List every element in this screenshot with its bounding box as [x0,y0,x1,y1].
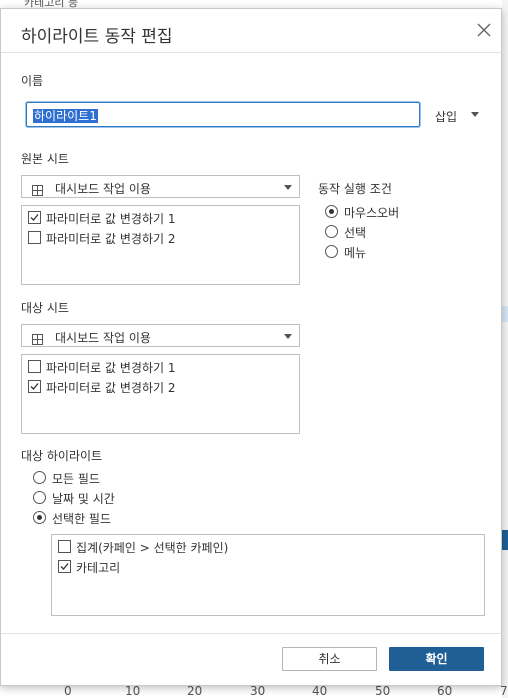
name-label: 이름 [21,74,44,88]
dashboard-grid-icon [32,330,43,345]
dashboard-grid-icon [32,181,43,196]
caret-down-icon [284,185,292,190]
checkbox-checked[interactable] [28,211,41,224]
background-highlight [502,306,508,322]
run-condition-label: 동작 실행 조건 [318,182,392,196]
run-option-label: 마우스오버 [344,206,400,220]
insert-menu-button[interactable]: 삽입 [435,108,479,125]
axis-tick: 30 [250,684,266,698]
edit-highlight-action-dialog: 하이라이트 동작 편집 이름 하이라이트1 삽입 원본 시트 대시보드 작업 이… [0,8,502,686]
checkbox-unchecked[interactable] [58,540,71,553]
highlight-option-label: 모든 필드 [52,472,100,486]
background-axis: 0 10 20 30 40 50 60 7 [0,684,508,698]
target-sheets-dropdown[interactable]: 대시보드 작업 이용 [21,324,300,347]
source-sheet-label: 파라미터로 값 변경하기 2 [46,232,176,246]
footer-divider [1,633,501,634]
highlight-option-label: 선택한 필드 [52,512,112,526]
radio-dot [329,209,334,214]
axis-tick: 0 [64,684,72,698]
radio-unselected[interactable] [33,471,46,484]
insert-label: 삽입 [435,110,458,124]
source-dropdown-value: 대시보드 작업 이용 [55,182,151,196]
checkbox-checked[interactable] [58,560,71,573]
checkbox-checked[interactable] [28,380,41,393]
background-bar [502,530,508,550]
target-sheets-label: 대상 시트 [21,301,69,315]
close-icon[interactable] [475,21,493,39]
caret-down-icon [284,334,292,339]
source-sheets-label: 원본 시트 [21,152,69,166]
source-sheets-dropdown[interactable]: 대시보드 작업 이용 [21,175,300,198]
radio-unselected[interactable] [325,245,338,258]
source-sheet-label: 파라미터로 값 변경하기 1 [46,212,176,226]
radio-selected[interactable] [33,511,46,524]
target-sheet-label: 파라미터로 값 변경하기 2 [46,381,176,395]
target-dropdown-value: 대시보드 작업 이용 [55,331,151,345]
target-sheets-list: 파라미터로 값 변경하기 1 파라미터로 값 변경하기 2 [21,354,300,434]
ok-button[interactable]: 확인 [389,647,484,671]
axis-tick: 20 [187,684,203,698]
target-sheet-label: 파라미터로 값 변경하기 1 [46,361,176,375]
name-input-value: 하이라이트1 [33,109,98,123]
highlight-option-label: 날짜 및 시간 [52,492,115,506]
cancel-button[interactable]: 취소 [282,647,377,671]
caret-down-icon [471,112,479,117]
axis-tick: 7 [500,684,508,698]
source-sheets-list: 파라미터로 값 변경하기 1 파라미터로 값 변경하기 2 [21,205,300,285]
axis-tick: 60 [437,684,453,698]
run-option-label: 메뉴 [344,246,367,260]
dialog-title: 하이라이트 동작 편집 [21,27,173,47]
axis-tick: 50 [375,684,391,698]
name-input[interactable]: 하이라이트1 [26,102,420,127]
target-highlight-label: 대상 하이라이트 [21,449,103,463]
axis-tick: 10 [125,684,141,698]
run-option-label: 선택 [344,226,367,240]
radio-selected[interactable] [325,205,338,218]
field-label: 집계(카페인 > 선택한 카페인) [76,541,229,555]
field-label: 카테고리 [76,561,121,575]
selected-fields-list: 집계(카페인 > 선택한 카페인) 카테고리 [51,534,485,616]
radio-dot [37,515,42,520]
title-divider [1,52,501,53]
checkbox-unchecked[interactable] [28,360,41,373]
radio-unselected[interactable] [33,491,46,504]
radio-unselected[interactable] [325,225,338,238]
background-strip [502,0,508,698]
checkbox-unchecked[interactable] [28,231,41,244]
axis-tick: 40 [312,684,328,698]
